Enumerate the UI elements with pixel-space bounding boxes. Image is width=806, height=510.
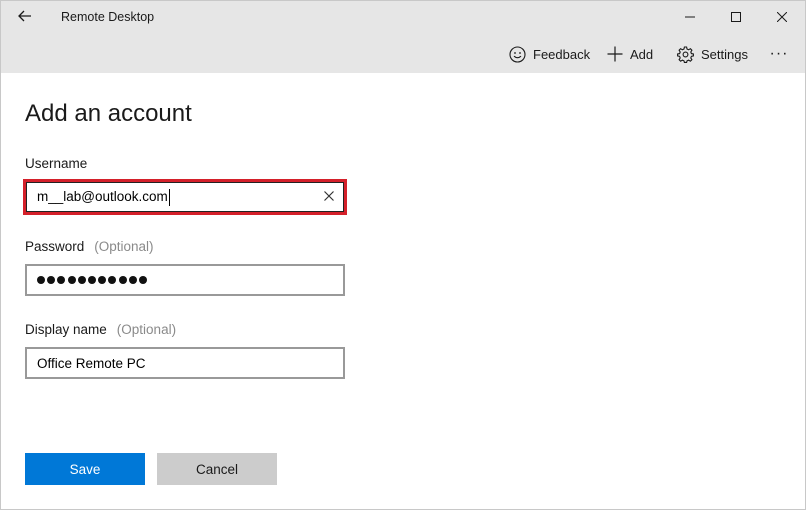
- username-value-text: m__lab@outlook.com: [37, 188, 168, 204]
- command-bar: Feedback Add Settings ···: [1, 37, 805, 73]
- add-button[interactable]: Add: [607, 43, 653, 65]
- password-dot: [37, 276, 45, 284]
- password-dot: [128, 276, 137, 284]
- page-title: Add an account: [25, 100, 192, 127]
- maximize-button[interactable]: [713, 1, 759, 35]
- password-optional-hint: (Optional): [94, 239, 154, 254]
- remote-desktop-window: Remote Desktop Feedback Add Settings ···…: [0, 0, 806, 510]
- more-options-button[interactable]: ···: [765, 43, 793, 65]
- password-dot: [77, 276, 86, 284]
- display-name-label-text: Display name: [25, 322, 107, 337]
- plus-icon: [607, 46, 623, 62]
- minimize-icon: [685, 9, 695, 27]
- username-label-text: Username: [25, 156, 88, 171]
- display-name-label: Display name (Optional): [25, 322, 176, 337]
- password-dot: [98, 276, 107, 284]
- save-label: Save: [69, 461, 101, 477]
- password-dot: [67, 276, 76, 284]
- maximize-icon: [731, 9, 741, 27]
- text-caret: [168, 188, 170, 206]
- password-dot: [138, 276, 147, 284]
- app-title: Remote Desktop: [61, 10, 155, 24]
- password-label-text: Password: [25, 239, 85, 254]
- feedback-label: Feedback: [533, 46, 591, 62]
- settings-label: Settings: [701, 46, 748, 62]
- close-button[interactable]: [759, 1, 805, 35]
- smiley-icon: [509, 45, 526, 63]
- display-name-optional-hint: (Optional): [116, 322, 177, 337]
- clear-icon: [324, 188, 334, 206]
- password-dot: [108, 276, 117, 284]
- close-icon: [776, 9, 788, 27]
- settings-button[interactable]: Settings: [677, 43, 748, 65]
- password-label: Password (Optional): [25, 239, 154, 254]
- password-dot: [47, 276, 56, 284]
- display-name-field[interactable]: Office Remote PC: [25, 347, 345, 379]
- minimize-button[interactable]: [667, 1, 713, 35]
- gear-icon: [677, 45, 694, 63]
- password-dot: [118, 276, 127, 284]
- clear-text-button[interactable]: [321, 189, 337, 205]
- back-button[interactable]: [9, 5, 41, 31]
- password-dot: [57, 276, 66, 284]
- username-field[interactable]: m__lab@outlook.com: [23, 179, 347, 215]
- password-dot: [87, 276, 96, 284]
- more-icon: ···: [769, 45, 789, 62]
- feedback-button[interactable]: Feedback: [509, 43, 590, 65]
- back-arrow-icon: [18, 9, 32, 27]
- password-mask: [37, 276, 147, 284]
- display-name-value: Office Remote PC: [37, 355, 146, 371]
- cancel-label: Cancel: [195, 461, 239, 477]
- title-bar: Remote Desktop: [1, 1, 805, 37]
- username-value: m__lab@outlook.com: [37, 188, 170, 206]
- save-button[interactable]: Save: [25, 453, 145, 485]
- cancel-button[interactable]: Cancel: [157, 453, 277, 485]
- add-label: Add: [630, 46, 654, 62]
- username-label: Username: [25, 156, 87, 171]
- password-field[interactable]: [25, 264, 345, 296]
